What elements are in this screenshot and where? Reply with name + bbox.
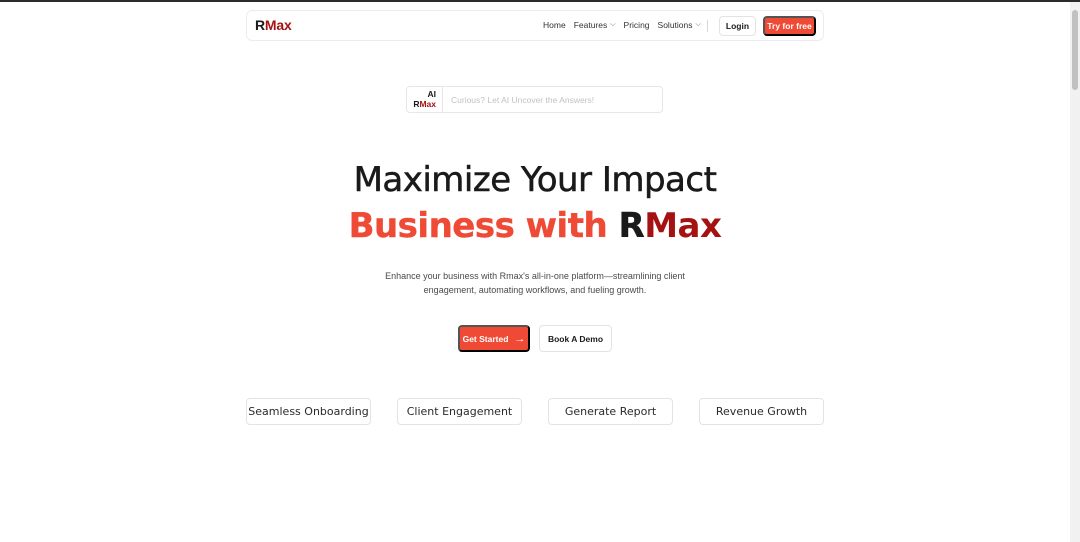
feature-pill-revenue[interactable]: Revenue Growth [699, 398, 824, 425]
ai-search-input[interactable] [451, 87, 656, 112]
hero-title-r: R [618, 206, 645, 246]
hero-title-business: Business with [348, 206, 619, 246]
ai-search-box: AI RMax [406, 86, 663, 113]
feature-pill-engagement[interactable]: Client Engagement [397, 398, 522, 425]
get-started-button[interactable]: Get Started → [458, 325, 530, 352]
logo-max: Max [264, 17, 292, 33]
feature-pill-onboarding[interactable]: Seamless Onboarding [246, 398, 371, 425]
hero-title-line2: Business with RMax [0, 206, 1070, 246]
ai-badge-max: Max [419, 99, 436, 109]
nav-home[interactable]: Home [543, 20, 566, 30]
rmax-logo[interactable]: RMax [255, 17, 292, 33]
try-for-free-button[interactable]: Try for free [763, 16, 816, 36]
get-started-label: Get Started [462, 333, 509, 344]
hero-title-max: Max [644, 206, 722, 246]
nav-links: Home Features ⌵ Pricing Solutions ⌵ [543, 20, 701, 30]
nav-solutions-label: Solutions [657, 20, 693, 30]
arrow-right-icon: → [514, 332, 526, 345]
feature-pill-report[interactable]: Generate Report [548, 398, 673, 425]
nav-divider [707, 20, 708, 32]
nav-features[interactable]: Features ⌵ [574, 20, 616, 30]
hero-title-line1: Maximize Your Impact [353, 160, 717, 201]
ai-rmax-badge: AI RMax [407, 87, 443, 112]
ai-badge-brand: RMax [407, 99, 436, 109]
login-button[interactable]: Login [719, 16, 756, 36]
ai-badge-label: AI [427, 89, 437, 99]
logo-r: R [255, 17, 265, 33]
nav-pricing[interactable]: Pricing [624, 20, 650, 30]
hero-description: Enhance your business with Rmax's all-in… [385, 271, 685, 295]
scrollbar-thumb[interactable] [1072, 10, 1078, 90]
nav-solutions[interactable]: Solutions ⌵ [658, 20, 701, 30]
nav-features-label: Features [573, 20, 608, 30]
nav-pricing-label: Pricing [623, 20, 650, 30]
chevron-down-icon: ⌵ [695, 21, 701, 28]
page-scrollbar[interactable] [1070, 2, 1080, 542]
nav-home-label: Home [543, 20, 566, 30]
top-navbar: RMax Home Features ⌵ Pricing Solutions ⌵ L… [246, 10, 824, 41]
chevron-down-icon: ⌵ [610, 21, 616, 28]
book-demo-button[interactable]: Book A Demo [539, 325, 612, 352]
window-top-border [0, 0, 1080, 2]
